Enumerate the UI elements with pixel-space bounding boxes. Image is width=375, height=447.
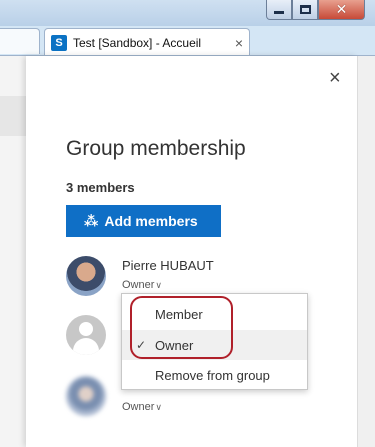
annotation-highlight-ring <box>130 296 233 359</box>
maximize-button[interactable] <box>292 0 318 20</box>
avatar-member-3 <box>66 376 106 416</box>
chevron-down-icon: ∨ <box>155 402 162 412</box>
page-background-bar <box>0 96 26 136</box>
person-placeholder-body <box>73 338 99 355</box>
person-placeholder-icon <box>79 322 93 336</box>
group-membership-panel: × Group membership 3 members ⁂ Add membe… <box>26 56 357 447</box>
add-members-label: Add members <box>104 213 198 229</box>
role-label: Owner <box>122 279 155 291</box>
avatar-member-1 <box>66 256 106 296</box>
minimize-icon <box>274 11 284 14</box>
scrollbar[interactable] <box>357 56 375 447</box>
option-label: Remove from group <box>155 367 270 383</box>
tab-previous[interactable] <box>0 28 40 54</box>
close-icon: ✕ <box>335 1 348 17</box>
chevron-down-icon: ∨ <box>155 280 162 290</box>
role-selector-member-1[interactable]: Owner∨ <box>122 279 162 291</box>
tab-active[interactable]: S Test [Sandbox] - Accueil × <box>44 28 250 56</box>
page-content: × Group membership 3 members ⁂ Add membe… <box>0 55 375 447</box>
minimize-button[interactable] <box>266 0 292 20</box>
add-members-button[interactable]: ⁂ Add members <box>66 205 221 237</box>
close-panel-icon[interactable]: × <box>329 68 341 88</box>
close-window-button[interactable]: ✕ <box>318 0 365 20</box>
panel-title: Group membership <box>66 137 246 160</box>
dropdown-option-remove[interactable]: Remove from group <box>122 360 307 390</box>
page-background <box>0 56 26 447</box>
avatar-member-2 <box>66 315 106 355</box>
member-count: 3 members <box>66 180 135 195</box>
tab-title: Test [Sandbox] - Accueil <box>73 35 202 50</box>
add-people-icon: ⁂ <box>84 212 99 229</box>
tab-strip: S Test [Sandbox] - Accueil × ★ ⚙ <box>0 26 375 75</box>
role-selector-member-3[interactable]: Owner∨ <box>122 401 162 413</box>
role-label: Owner <box>122 401 155 413</box>
tab-close-icon[interactable]: × <box>235 35 243 51</box>
sharepoint-icon: S <box>51 34 67 51</box>
window-titlebar: ✕ <box>0 0 375 26</box>
maximize-icon <box>299 5 311 14</box>
member-name: Pierre HUBAUT <box>122 258 214 273</box>
